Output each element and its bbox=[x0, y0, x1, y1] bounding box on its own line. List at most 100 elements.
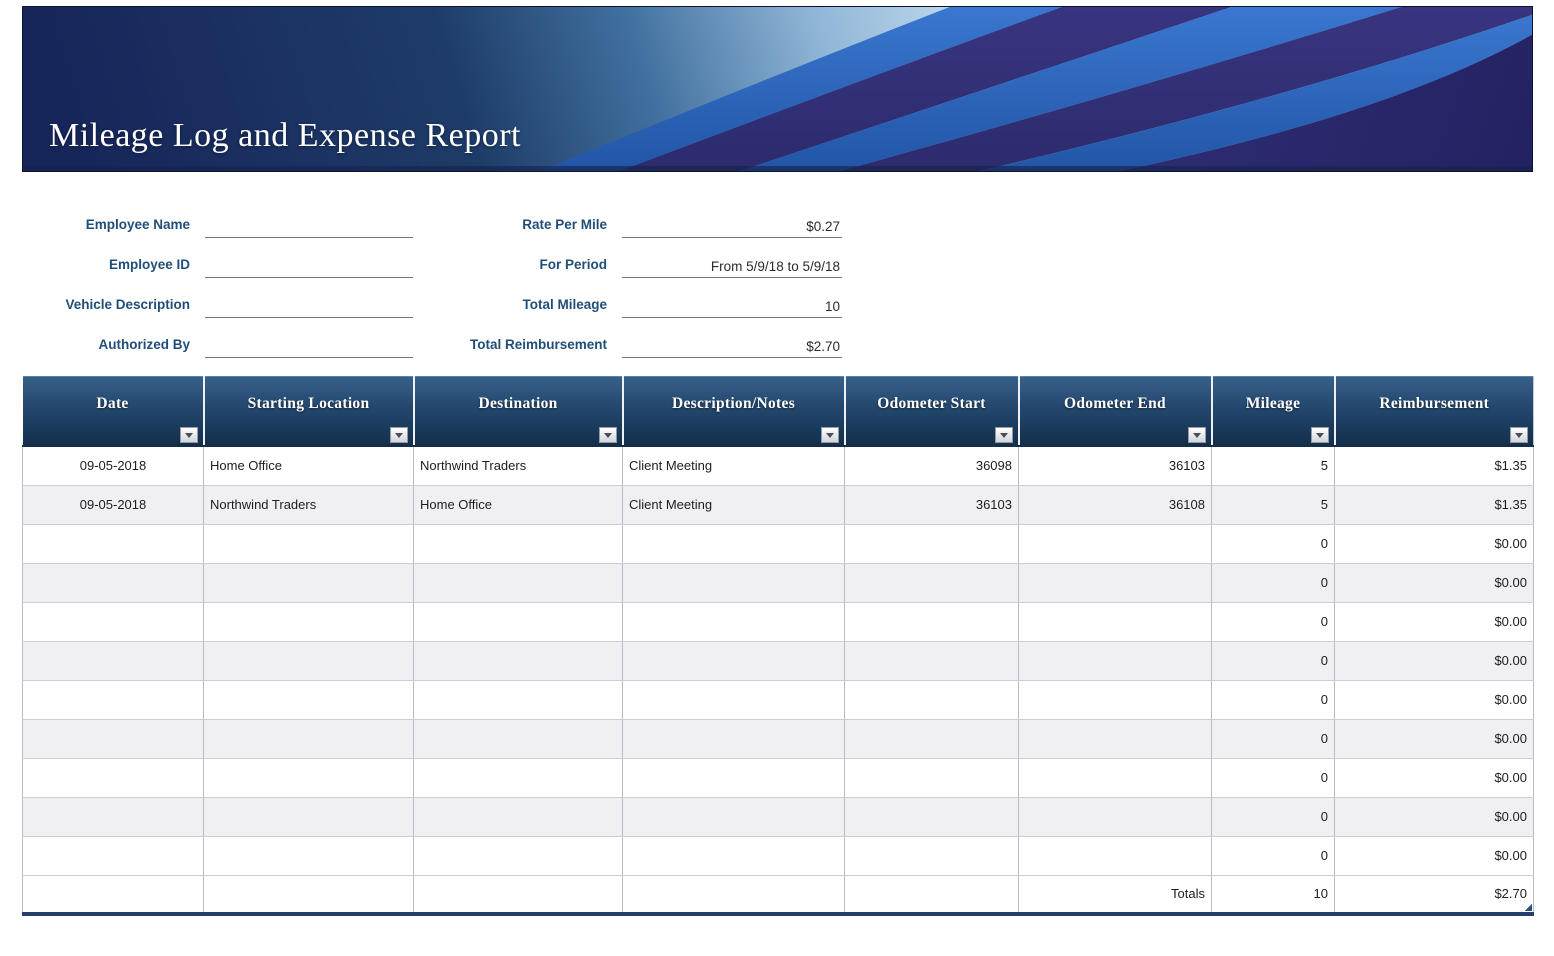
employee-name-input[interactable] bbox=[205, 206, 413, 238]
table-cell[interactable]: 36108 bbox=[1019, 485, 1212, 524]
table-cell[interactable] bbox=[204, 602, 414, 641]
table-cell[interactable]: 10 bbox=[1212, 875, 1335, 914]
table-cell[interactable] bbox=[623, 719, 845, 758]
table-cell[interactable] bbox=[1019, 641, 1212, 680]
filter-dropdown-button[interactable] bbox=[1311, 427, 1329, 443]
table-cell[interactable] bbox=[414, 797, 623, 836]
table-cell[interactable]: Client Meeting bbox=[623, 485, 845, 524]
table-cell[interactable] bbox=[204, 797, 414, 836]
employee-id-input[interactable] bbox=[205, 246, 413, 278]
table-cell[interactable]: 36098 bbox=[845, 446, 1019, 485]
table-cell[interactable]: 09-05-2018 bbox=[23, 446, 204, 485]
table-cell[interactable]: Northwind Traders bbox=[204, 485, 414, 524]
table-cell[interactable] bbox=[23, 563, 204, 602]
table-cell[interactable]: $1.35 bbox=[1335, 485, 1534, 524]
table-cell[interactable] bbox=[623, 758, 845, 797]
table-cell[interactable]: 0 bbox=[1212, 524, 1335, 563]
table-cell[interactable]: 5 bbox=[1212, 446, 1335, 485]
table-cell[interactable]: 0 bbox=[1212, 641, 1335, 680]
table-cell[interactable] bbox=[845, 563, 1019, 602]
for-period-input[interactable]: From 5/9/18 to 5/9/18 bbox=[622, 246, 842, 278]
table-cell[interactable] bbox=[623, 680, 845, 719]
table-cell[interactable] bbox=[1019, 758, 1212, 797]
table-cell[interactable]: Home Office bbox=[204, 446, 414, 485]
table-cell[interactable] bbox=[1019, 524, 1212, 563]
table-cell[interactable] bbox=[1019, 836, 1212, 875]
table-cell[interactable] bbox=[414, 719, 623, 758]
filter-dropdown-button[interactable] bbox=[995, 427, 1013, 443]
total-mileage-input[interactable]: 10 bbox=[622, 286, 842, 318]
table-cell[interactable]: $0.00 bbox=[1335, 680, 1534, 719]
table-cell[interactable] bbox=[23, 524, 204, 563]
filter-dropdown-button[interactable] bbox=[599, 427, 617, 443]
table-cell[interactable]: $0.00 bbox=[1335, 719, 1534, 758]
filter-dropdown-button[interactable] bbox=[1510, 427, 1528, 443]
table-cell[interactable] bbox=[414, 758, 623, 797]
table-cell[interactable] bbox=[204, 641, 414, 680]
table-cell[interactable] bbox=[204, 836, 414, 875]
table-cell[interactable] bbox=[623, 875, 845, 914]
table-cell[interactable] bbox=[623, 602, 845, 641]
table-cell[interactable]: 0 bbox=[1212, 797, 1335, 836]
table-cell[interactable] bbox=[204, 680, 414, 719]
table-cell[interactable] bbox=[845, 602, 1019, 641]
table-cell[interactable] bbox=[414, 641, 623, 680]
table-cell[interactable] bbox=[204, 758, 414, 797]
table-cell[interactable]: 0 bbox=[1212, 758, 1335, 797]
table-cell[interactable]: $0.00 bbox=[1335, 797, 1534, 836]
table-cell[interactable]: $0.00 bbox=[1335, 524, 1534, 563]
table-cell[interactable] bbox=[623, 641, 845, 680]
table-cell[interactable]: 36103 bbox=[845, 485, 1019, 524]
vehicle-description-input[interactable] bbox=[205, 286, 413, 318]
filter-dropdown-button[interactable] bbox=[821, 427, 839, 443]
table-cell[interactable] bbox=[204, 719, 414, 758]
total-reimbursement-input[interactable]: $2.70 bbox=[622, 326, 842, 358]
table-cell[interactable]: Totals bbox=[1019, 875, 1212, 914]
table-cell[interactable] bbox=[845, 875, 1019, 914]
table-cell[interactable] bbox=[1019, 563, 1212, 602]
filter-dropdown-button[interactable] bbox=[390, 427, 408, 443]
table-cell[interactable] bbox=[845, 719, 1019, 758]
table-cell[interactable] bbox=[23, 680, 204, 719]
table-cell[interactable] bbox=[414, 680, 623, 719]
table-cell[interactable]: 36103 bbox=[1019, 446, 1212, 485]
table-cell[interactable]: 0 bbox=[1212, 602, 1335, 641]
table-cell[interactable]: $0.00 bbox=[1335, 641, 1534, 680]
table-cell[interactable] bbox=[845, 836, 1019, 875]
table-cell[interactable]: 0 bbox=[1212, 836, 1335, 875]
table-cell[interactable] bbox=[414, 524, 623, 563]
table-cell[interactable] bbox=[1019, 680, 1212, 719]
table-cell[interactable] bbox=[23, 797, 204, 836]
table-cell[interactable]: 0 bbox=[1212, 719, 1335, 758]
table-cell[interactable]: $0.00 bbox=[1335, 602, 1534, 641]
table-cell[interactable]: Northwind Traders bbox=[414, 446, 623, 485]
table-cell[interactable]: 0 bbox=[1212, 563, 1335, 602]
table-cell[interactable]: $1.35 bbox=[1335, 446, 1534, 485]
table-cell[interactable] bbox=[623, 797, 845, 836]
table-cell[interactable]: 5 bbox=[1212, 485, 1335, 524]
table-cell[interactable] bbox=[414, 602, 623, 641]
table-cell[interactable] bbox=[23, 758, 204, 797]
table-cell[interactable] bbox=[23, 836, 204, 875]
table-cell[interactable] bbox=[623, 836, 845, 875]
table-cell[interactable] bbox=[204, 563, 414, 602]
table-cell[interactable]: Client Meeting bbox=[623, 446, 845, 485]
authorized-by-input[interactable] bbox=[205, 326, 413, 358]
table-cell[interactable] bbox=[845, 797, 1019, 836]
table-cell[interactable] bbox=[414, 563, 623, 602]
table-cell[interactable]: $2.70 bbox=[1335, 875, 1534, 914]
table-cell[interactable]: 0 bbox=[1212, 680, 1335, 719]
table-cell[interactable] bbox=[23, 641, 204, 680]
table-cell[interactable]: $0.00 bbox=[1335, 563, 1534, 602]
table-cell[interactable] bbox=[845, 758, 1019, 797]
table-cell[interactable] bbox=[23, 602, 204, 641]
rate-per-mile-input[interactable]: $0.27 bbox=[622, 206, 842, 238]
table-cell[interactable] bbox=[23, 875, 204, 914]
table-cell[interactable]: Home Office bbox=[414, 485, 623, 524]
filter-dropdown-button[interactable] bbox=[180, 427, 198, 443]
table-cell[interactable]: $0.00 bbox=[1335, 758, 1534, 797]
table-cell[interactable] bbox=[23, 719, 204, 758]
table-cell[interactable]: $0.00 bbox=[1335, 836, 1534, 875]
table-cell[interactable] bbox=[845, 524, 1019, 563]
table-cell[interactable] bbox=[204, 875, 414, 914]
